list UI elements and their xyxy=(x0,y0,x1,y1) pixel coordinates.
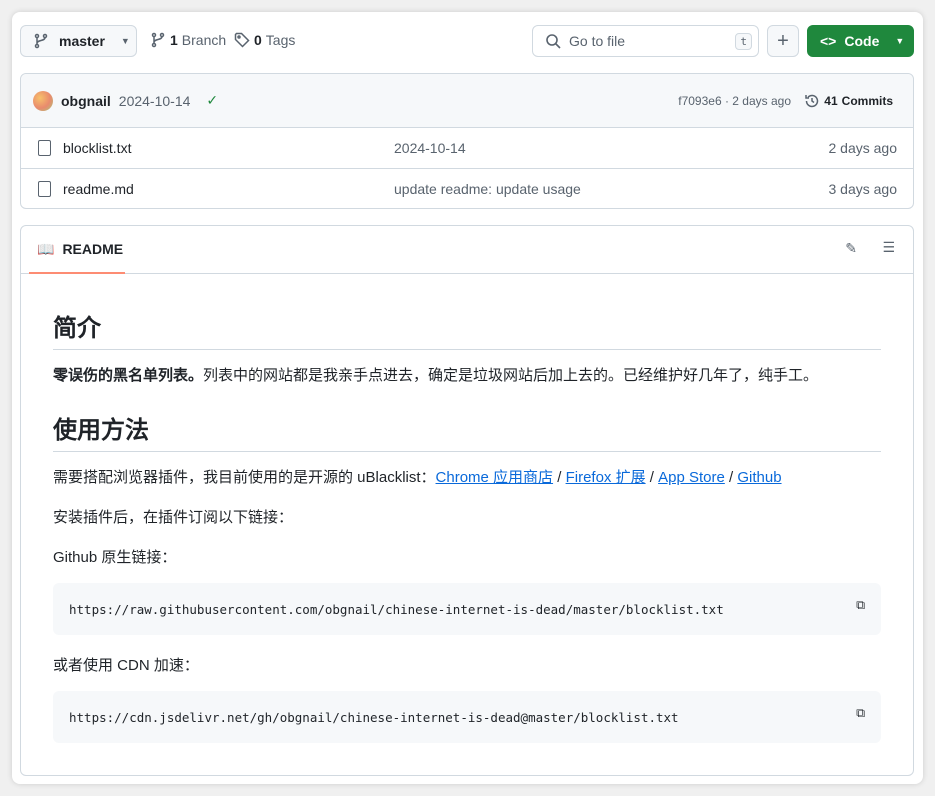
github-link[interactable]: Github xyxy=(737,469,781,486)
branches-link[interactable]: 1 Branch xyxy=(150,32,226,48)
intro-paragraph: 零误伤的黑名单列表。列表中的网站都是我亲手点进去，确定是垃圾网站后加上去的。已经… xyxy=(53,364,818,385)
app-store-link[interactable]: App Store xyxy=(658,469,725,486)
commits-count: 41 xyxy=(824,93,838,108)
commits-label: Commits xyxy=(841,93,893,108)
cdn-url[interactable]: https://cdn.jsdelivr.net/gh/obgnail/chin… xyxy=(69,710,679,725)
commit-message[interactable]: 2024-10-14 xyxy=(119,93,191,109)
cdn-label: 或者使用 CDN 加速： xyxy=(53,657,199,674)
commit-author[interactable]: obgnail xyxy=(61,93,111,109)
commit-hash[interactable]: f7093e6 · 2 days ago xyxy=(678,94,791,108)
caret-down-icon: ▼ xyxy=(895,36,905,46)
file-row[interactable]: blocklist.txt 2024-10-14 2 days ago xyxy=(21,127,913,168)
book-icon: 📖 xyxy=(37,240,55,257)
file-name[interactable]: readme.md xyxy=(63,181,134,197)
separator: / xyxy=(724,469,738,486)
code-block-cdn-url: https://cdn.jsdelivr.net/gh/obgnail/chin… xyxy=(53,691,881,743)
file-name[interactable]: blocklist.txt xyxy=(63,140,131,156)
separator: / xyxy=(645,469,659,486)
file-commit-message[interactable]: update readme: update usage xyxy=(394,181,581,197)
file-browser: obgnail 2024-10-14 ✓ f7093e6 · 2 days ag… xyxy=(20,73,914,209)
copy-icon[interactable]: ⧉ xyxy=(856,705,865,721)
code-block-raw-url: https://raw.githubusercontent.com/obgnai… xyxy=(53,583,881,635)
latest-commit-bar: obgnail 2024-10-14 ✓ f7093e6 · 2 days ag… xyxy=(21,74,913,127)
edit-pencil-icon[interactable]: ✎ xyxy=(845,240,857,257)
tag-icon xyxy=(234,32,250,48)
history-icon xyxy=(805,94,819,107)
code-label: Code xyxy=(844,33,880,49)
branch-selector[interactable]: master ▼ xyxy=(20,25,137,57)
raw-url[interactable]: https://raw.githubusercontent.com/obgnai… xyxy=(69,602,724,617)
caret-down-icon: ▼ xyxy=(120,36,130,46)
branch-count: 1 xyxy=(170,32,178,48)
file-time: 2 days ago xyxy=(828,140,898,156)
tag-label: Tags xyxy=(265,32,296,48)
branch-icon xyxy=(34,33,48,49)
usage-paragraph: 需要搭配浏览器插件，我目前使用的是开源的 uBlacklist：Chrome 应… xyxy=(53,466,782,487)
file-icon xyxy=(38,140,51,156)
readme-header: 📖 README ✎ ☰ xyxy=(21,226,913,274)
code-icon: <> xyxy=(820,33,837,49)
readme-tab-label: README xyxy=(62,241,124,257)
intro-text: 列表中的网站都是我亲手点进去，确定是垃圾网站后加上去的。已经维护好几年了，纯手工… xyxy=(203,367,819,384)
readme-panel: 📖 README ✎ ☰ 简介 零误伤的黑名单列表。列表中的网站都是我亲手点进去，… xyxy=(20,225,914,776)
branch-icon xyxy=(151,32,165,48)
github-label: Github 原生链接： xyxy=(53,549,177,566)
heading-usage: 使用方法 xyxy=(53,410,881,452)
outline-list-icon[interactable]: ☰ xyxy=(882,239,895,256)
avatar[interactable] xyxy=(33,90,53,111)
branch-label: Branch xyxy=(181,32,227,48)
intro-bold: 零误伤的黑名单列表。 xyxy=(53,367,204,384)
file-icon xyxy=(38,181,51,197)
search-icon xyxy=(546,34,561,49)
go-to-file-search[interactable]: Go to file t xyxy=(532,25,759,57)
tag-count: 0 xyxy=(254,32,262,48)
usage-text: 需要搭配浏览器插件，我目前使用的是开源的 uBlacklist： xyxy=(53,469,436,486)
tags-link[interactable]: 0 Tags xyxy=(234,32,295,48)
heading-intro: 简介 xyxy=(53,308,881,350)
copy-icon[interactable]: ⧉ xyxy=(856,597,865,613)
search-placeholder: Go to file xyxy=(569,33,626,49)
install-text: 安装插件后，在插件订阅以下链接： xyxy=(53,509,294,526)
branch-name: master xyxy=(59,33,105,49)
code-button[interactable]: <> Code ▼ xyxy=(807,25,914,57)
file-commit-message[interactable]: 2024-10-14 xyxy=(394,140,466,156)
repo-page: master ▼ 1 Branch 0 Tags Go to file t + <>… xyxy=(12,12,923,784)
separator: / xyxy=(553,469,566,486)
readme-tab[interactable]: 📖 README xyxy=(29,226,125,274)
firefox-link[interactable]: Firefox 扩展 xyxy=(566,469,646,486)
check-icon[interactable]: ✓ xyxy=(206,92,218,109)
shortcut-key: t xyxy=(735,32,752,50)
add-file-button[interactable]: + xyxy=(767,25,799,57)
chrome-store-link[interactable]: Chrome 应用商店 xyxy=(436,469,554,486)
commits-link[interactable]: 41 Commits xyxy=(804,93,893,109)
file-row[interactable]: readme.md update readme: update usage 3 … xyxy=(21,168,913,209)
file-time: 3 days ago xyxy=(828,181,898,197)
